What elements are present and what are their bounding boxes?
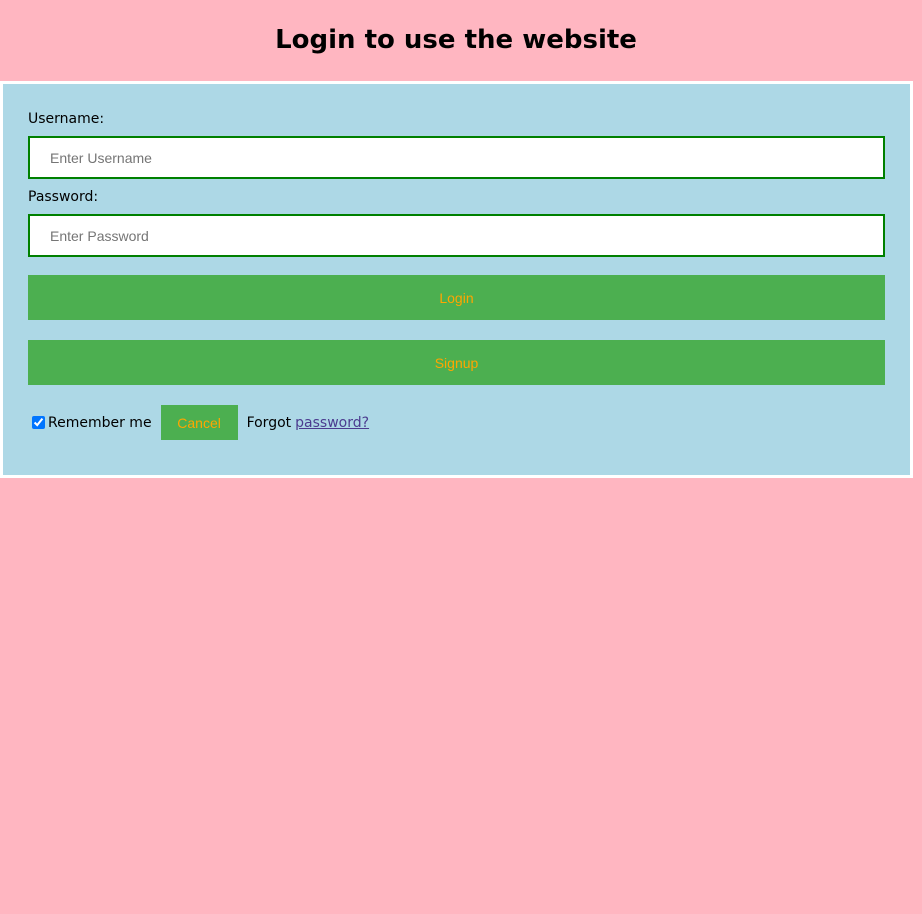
username-label: Username: [28, 111, 105, 127]
login-button[interactable]: Login [28, 275, 885, 320]
password-input[interactable] [28, 214, 885, 257]
password-label: Password: [28, 189, 99, 205]
username-input[interactable] [28, 136, 885, 179]
page-title: Login to use the website [275, 25, 637, 55]
forgot-password-link[interactable]: password? [295, 415, 369, 431]
remember-me-label: Remember me [48, 414, 152, 431]
remember-me-checkbox[interactable] [32, 416, 45, 429]
login-form: Username: Password: Login Signup Remembe… [0, 81, 913, 478]
forgot-text: Forgot [246, 414, 292, 431]
signup-button[interactable]: Signup [28, 340, 885, 385]
form-footer-row: Remember me Cancel Forgot password? [32, 405, 369, 440]
cancel-button[interactable]: Cancel [160, 405, 238, 440]
